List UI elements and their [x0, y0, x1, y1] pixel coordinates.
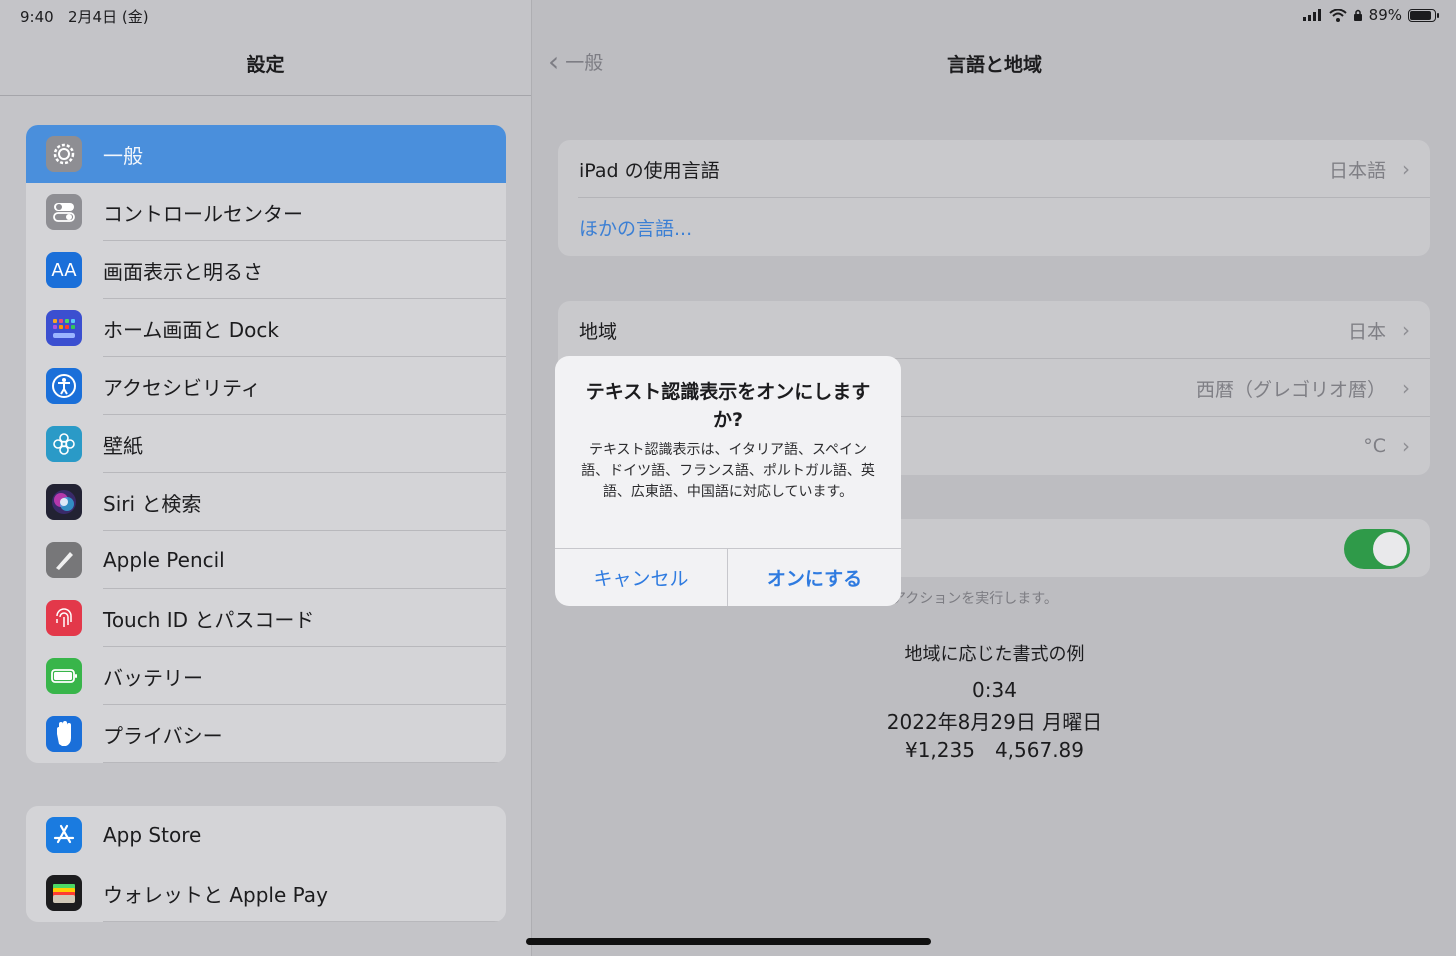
text-size-icon: AA: [46, 252, 82, 288]
format-example-numbers: ¥1,235 4,567.89: [904, 738, 1085, 762]
sidebar-item-control-center[interactable]: コントロールセンター: [26, 183, 506, 241]
sidebar-item-siri[interactable]: Siri と検索: [26, 473, 506, 531]
sidebar-item-label: 一般: [103, 143, 143, 168]
calendar-value: 西暦（グレゴリオ暦）: [1195, 378, 1386, 401]
ipad-language-value: 日本語: [1328, 159, 1386, 182]
battery-icon: [46, 658, 82, 694]
hand-icon: [46, 716, 82, 752]
sidebar-item-label: Apple Pencil: [103, 548, 225, 572]
home-indicator[interactable]: [526, 938, 931, 945]
sidebar-item-label: プライバシー: [103, 723, 223, 748]
sidebar-item-wallpaper[interactable]: 壁紙: [26, 415, 506, 473]
chevron-right-icon: ›: [1402, 318, 1410, 342]
settings-group-store: App Store ウォレットと Apple Pay: [26, 806, 506, 922]
ipad-language-label: iPad の使用言語: [579, 159, 720, 182]
chevron-right-icon: ›: [1402, 434, 1410, 458]
sidebar-item-app-store[interactable]: App Store: [26, 806, 506, 864]
sidebar-item-accessibility[interactable]: アクセシビリティ: [26, 357, 506, 415]
flower-icon: [46, 426, 82, 462]
sidebar-item-wallet[interactable]: ウォレットと Apple Pay: [26, 864, 506, 922]
chevron-right-icon: ›: [1402, 376, 1410, 400]
format-example-time: 0:34: [972, 678, 1017, 702]
live-text-toggle[interactable]: [1344, 529, 1410, 569]
region-value: 日本: [1347, 320, 1386, 343]
turn-on-button[interactable]: オンにする: [728, 549, 901, 606]
sidebar-item-general[interactable]: 一般: [26, 125, 506, 183]
status-time: 9:40: [20, 8, 54, 26]
settings-group-main: 一般 コントロールセンター AA 画面表示と明るさ ホーム画面と Dock アク…: [26, 125, 506, 763]
sidebar-item-label: ウォレットと Apple Pay: [103, 882, 328, 907]
battery-status-icon: [1408, 8, 1439, 22]
wallet-icon: [46, 875, 82, 911]
sidebar-item-apple-pencil[interactable]: Apple Pencil: [26, 531, 506, 589]
alert-message: テキスト認識表示は、イタリア語、スペイン語、ドイツ語、フランス語、ポルトガル語、…: [581, 442, 875, 500]
other-languages-row[interactable]: ほかの言語...: [558, 198, 1430, 256]
text-size-glyph: AA: [51, 259, 77, 281]
status-bar-left: 9:40 2月4日 (金): [20, 6, 149, 27]
live-text-footnote: アクションを実行します。: [892, 591, 1058, 607]
battery-fill: [1410, 10, 1432, 20]
fingerprint-icon: [46, 600, 82, 636]
toggles-icon: [46, 194, 82, 230]
gear-icon: [46, 136, 82, 172]
alert-title: テキスト認識表示をオンにしますか?: [585, 381, 871, 431]
sidebar-item-label: Siri と検索: [103, 491, 202, 516]
sidebar-item-label: バッテリー: [103, 665, 203, 690]
cancel-button[interactable]: キャンセル: [555, 549, 727, 606]
format-example-heading: 地域に応じた書式の例: [904, 644, 1085, 665]
toggle-knob: [1373, 532, 1407, 566]
sidebar-item-home-screen[interactable]: ホーム画面と Dock: [26, 299, 506, 357]
other-languages-link[interactable]: ほかの言語...: [579, 214, 692, 241]
divider: [103, 921, 506, 922]
sidebar-title: 設定: [246, 54, 285, 76]
sidebar-item-display[interactable]: AA 画面表示と明るさ: [26, 241, 506, 299]
sidebar-item-label: Touch ID とパスコード: [103, 607, 315, 632]
sidebar-item-label: アクセシビリティ: [103, 375, 261, 400]
orientation-lock-icon: [1353, 9, 1362, 21]
region-row[interactable]: 地域 日本 ›: [558, 301, 1430, 359]
home-grid-icon: [46, 310, 82, 346]
divider: [103, 762, 506, 763]
app-store-icon: [46, 817, 82, 853]
accessibility-icon: [46, 368, 82, 404]
format-example-date: 2022年8月29日 月曜日: [886, 710, 1103, 734]
siri-icon: [46, 484, 82, 520]
sidebar-item-label: ホーム画面と Dock: [103, 317, 279, 342]
chevron-right-icon: ›: [1402, 157, 1410, 181]
sidebar-item-label: 壁紙: [103, 433, 143, 458]
status-date: 2月4日 (金): [68, 8, 149, 26]
sidebar-item-touch-id[interactable]: Touch ID とパスコード: [26, 589, 506, 647]
language-card: iPad の使用言語 日本語 › ほかの言語...: [558, 140, 1430, 256]
pencil-icon: [46, 542, 82, 578]
region-label: 地域: [579, 320, 618, 343]
sidebar: 設定 一般 コントロールセンター AA 画面表示と明るさ ホーム画面と Dock…: [0, 0, 532, 956]
temperature-value: °C: [1363, 435, 1386, 457]
live-text-alert: テキスト認識表示をオンにしますか? テキスト認識表示は、イタリア語、スペイン語、…: [555, 356, 901, 606]
sidebar-item-label: 画面表示と明るさ: [103, 259, 263, 284]
sidebar-item-label: コントロールセンター: [103, 201, 303, 226]
cellular-signal-icon: [1302, 9, 1321, 21]
sidebar-item-battery[interactable]: バッテリー: [26, 647, 506, 705]
page-title: 言語と地域: [946, 54, 1042, 76]
wifi-icon: [1328, 8, 1347, 22]
sidebar-item-privacy[interactable]: プライバシー: [26, 705, 506, 763]
ipad-language-row[interactable]: iPad の使用言語 日本語 ›: [558, 140, 1430, 198]
battery-percent: 89%: [1368, 6, 1402, 24]
sidebar-item-label: App Store: [103, 823, 202, 847]
status-bar-right: 89%: [1302, 6, 1439, 24]
